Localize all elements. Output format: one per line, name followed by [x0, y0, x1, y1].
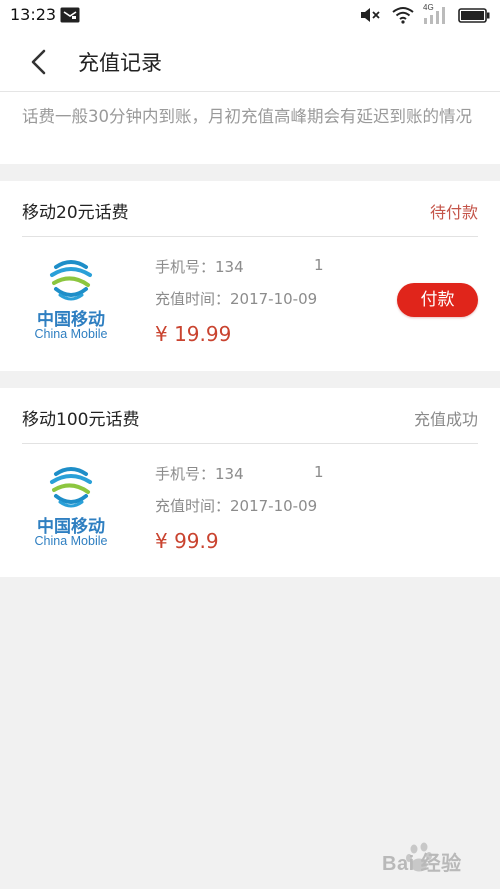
record-card[interactable]: 移动100元话费 充值成功 中国移动 China Mobile 手机号：134 …: [0, 388, 500, 577]
order-status: 待付款: [429, 203, 478, 222]
china-mobile-logo: 中国移动 China Mobile: [30, 466, 112, 552]
app-header: 充值记录: [0, 30, 500, 92]
status-time: 13:23: [10, 5, 57, 24]
phone-number: 手机号：134: [155, 465, 244, 483]
recharge-time: 充值时间：2017-10-09: [155, 290, 318, 308]
notification-icon: [60, 7, 80, 27]
operator-name-en: China Mobile: [34, 327, 108, 341]
china-mobile-emblem-icon: [50, 260, 92, 301]
battery-icon: [458, 8, 490, 27]
mute-icon: [360, 6, 382, 28]
price: ¥ 19.99: [155, 322, 232, 346]
watermark-text: Bai 经验: [382, 853, 462, 875]
product-name: 移动100元话费: [22, 410, 140, 430]
phone-number-tail: 1: [314, 463, 324, 481]
china-mobile-emblem-icon: [50, 467, 92, 508]
recharge-time: 充值时间：2017-10-09: [155, 497, 318, 515]
signal-icon: [423, 5, 447, 29]
baidu-jingyan-watermark: Bai 经验: [352, 837, 492, 881]
page-title: 充值记录: [78, 51, 162, 75]
china-mobile-logo: 中国移动 China Mobile: [30, 259, 112, 345]
wifi-icon: [392, 6, 414, 28]
record-card-header: 移动20元话费 待付款: [0, 181, 500, 237]
order-status: 充值成功: [413, 410, 478, 429]
divider: [22, 443, 478, 444]
product-name: 移动20元话费: [22, 203, 129, 223]
record-card[interactable]: 移动20元话费 待付款 中国移动 China Mobile 手机号：134 1 …: [0, 181, 500, 371]
operator-name-en: China Mobile: [34, 534, 108, 548]
phone-number: 手机号：134: [155, 258, 244, 276]
price: ¥ 99.9: [155, 529, 219, 553]
phone-number-tail: 1: [314, 256, 324, 274]
status-bar: 13:23 4G: [0, 0, 500, 30]
recharge-notice: 话费一般30分钟内到账，月初充值高峰期会有延迟到账的情况: [0, 92, 500, 164]
divider: [22, 236, 478, 237]
chevron-left-icon: [31, 49, 46, 75]
back-button[interactable]: [24, 48, 54, 76]
record-card-header: 移动100元话费 充值成功: [0, 388, 500, 444]
pay-button[interactable]: 付款: [397, 283, 478, 317]
